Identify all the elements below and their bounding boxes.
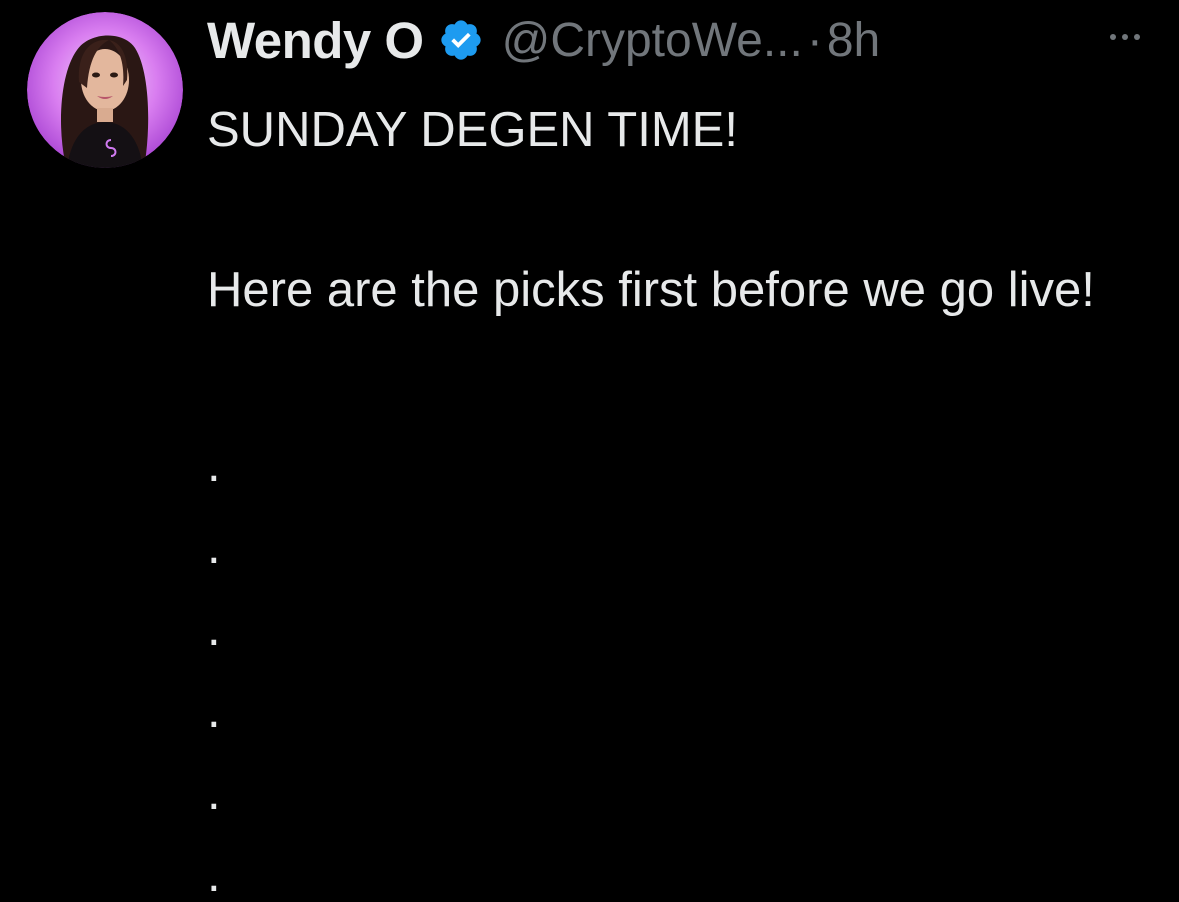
dot-line: .	[207, 848, 221, 902]
dot-line: .	[207, 602, 221, 656]
dot-line: .	[207, 438, 221, 492]
tweet-text-line-2: Here are the picks first before we go li…	[207, 263, 1095, 317]
tweet[interactable]: Wendy O @CryptoWe... · 8h SUNDAY DEGEN T…	[0, 0, 1179, 902]
tweet-text-line-1: SUNDAY DEGEN TIME!	[207, 103, 738, 157]
avatar-image	[27, 12, 183, 168]
tweet-header: Wendy O @CryptoWe... · 8h	[207, 8, 880, 72]
dot-line: .	[207, 684, 221, 738]
avatar[interactable]	[27, 12, 183, 168]
tweet-timestamp[interactable]: 8h	[827, 13, 880, 68]
more-options-icon[interactable]	[1100, 22, 1150, 52]
dot-line: .	[207, 766, 221, 820]
header-separator: ·	[806, 13, 823, 67]
display-name[interactable]: Wendy O	[207, 11, 424, 70]
user-handle[interactable]: @CryptoWe...	[502, 13, 803, 68]
verified-badge-icon[interactable]	[438, 15, 488, 65]
dot-line: .	[207, 520, 221, 574]
